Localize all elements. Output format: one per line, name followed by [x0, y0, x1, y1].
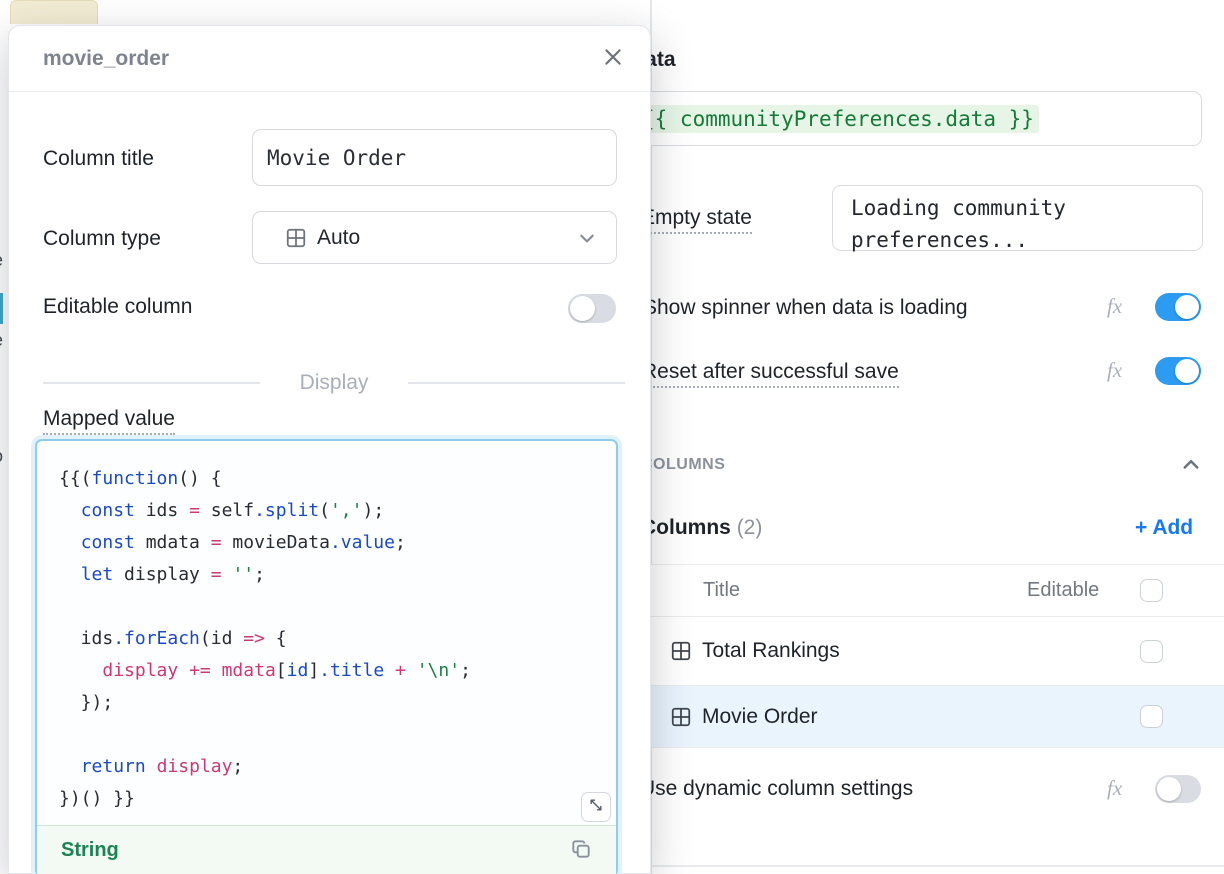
column-row-title: Movie Order	[702, 705, 818, 729]
evaluation-footer: String	[37, 825, 616, 874]
popover-title: movie_order	[43, 47, 169, 71]
table-grid-icon	[670, 640, 692, 662]
columns-table-header: Title Editable	[651, 564, 1224, 617]
column-type-label: Column type	[43, 227, 161, 251]
reset-after-save-label: Reset after successful save	[642, 360, 899, 384]
code-lines[interactable]: {{(function() { const ids = self.split('…	[37, 441, 616, 825]
editable-all-checkbox[interactable]	[1140, 579, 1163, 602]
editable-checkbox[interactable]	[1140, 640, 1163, 663]
chevron-down-icon	[578, 229, 596, 252]
copy-button[interactable]	[570, 838, 592, 865]
column-title-input[interactable]: Movie Order	[252, 129, 617, 186]
empty-state-label: Empty state	[641, 206, 752, 230]
add-column-button[interactable]: + Add	[1135, 516, 1193, 540]
open-editor-button[interactable]	[581, 792, 611, 822]
columns-section-header: COLUMNS	[641, 456, 725, 474]
display-section-divider: Display	[43, 371, 625, 395]
fx-icon[interactable]: fx	[1107, 294, 1122, 319]
columns-count-label: Columns (2)	[641, 516, 762, 540]
column-settings-popover: movie_order Column title Movie Order Col…	[8, 25, 651, 874]
column-type-select[interactable]: Auto	[252, 211, 617, 264]
fx-icon[interactable]: fx	[1107, 776, 1122, 801]
section-divider	[651, 865, 1224, 867]
data-input-value: {{ communityPreferences.data }}	[637, 105, 1039, 133]
collapse-section-button[interactable]	[1180, 456, 1202, 478]
show-spinner-toggle[interactable]	[1155, 293, 1201, 321]
column-title-label: Column title	[43, 147, 154, 171]
column-row-title: Total Rankings	[702, 639, 840, 663]
toggle-knob	[570, 296, 595, 321]
screen: eero Data {{ communityPreferences.data }…	[0, 0, 1224, 874]
canvas-tab-fragment	[10, 0, 98, 24]
display-divider-label: Display	[300, 371, 369, 395]
editable-checkbox[interactable]	[1140, 705, 1163, 728]
popover-header: movie_order	[9, 26, 650, 92]
column-row-movie-order[interactable]: Movie Order	[651, 686, 1224, 748]
table-grid-icon	[670, 706, 692, 728]
column-row-total-rankings[interactable]: Total Rankings	[651, 617, 1224, 686]
title-column-header: Title	[703, 579, 740, 602]
close-button[interactable]	[598, 44, 628, 74]
copy-icon	[570, 838, 592, 865]
divider-line	[408, 382, 625, 384]
columns-table: Title Editable Total Rankings Movie Orde…	[651, 564, 1224, 748]
close-icon	[602, 46, 624, 73]
mapped-value-code-editor[interactable]: {{(function() { const ids = self.split('…	[35, 439, 618, 874]
editable-column-toggle[interactable]	[568, 294, 616, 323]
fx-icon[interactable]: fx	[1107, 358, 1122, 383]
dynamic-column-settings-label: Use dynamic column settings	[640, 777, 913, 801]
show-spinner-label: Show spinner when data is loading	[643, 296, 968, 320]
chevron-up-icon	[1181, 455, 1201, 480]
empty-state-line: preferences...	[851, 224, 1202, 256]
divider-line	[43, 382, 260, 384]
toggle-knob	[1175, 359, 1199, 383]
column-type-value: Auto	[317, 226, 360, 250]
toggle-knob	[1175, 295, 1199, 319]
data-input[interactable]: {{ communityPreferences.data }}	[625, 91, 1202, 146]
editable-column-header: Editable	[1027, 579, 1099, 602]
empty-state-line: Loading community	[851, 192, 1202, 224]
result-type-badge: String	[61, 839, 119, 862]
expand-editor-icon	[588, 797, 604, 818]
editable-column-label: Editable column	[43, 295, 192, 319]
toggle-knob	[1157, 777, 1181, 801]
dynamic-column-settings-toggle[interactable]	[1155, 775, 1201, 803]
reset-after-save-toggle[interactable]	[1155, 357, 1201, 385]
empty-state-input[interactable]: Loading community preferences...	[832, 185, 1203, 251]
canvas-selection-bar-fragment	[0, 293, 3, 324]
table-grid-icon	[285, 227, 307, 249]
mapped-value-label: Mapped value	[43, 407, 175, 431]
